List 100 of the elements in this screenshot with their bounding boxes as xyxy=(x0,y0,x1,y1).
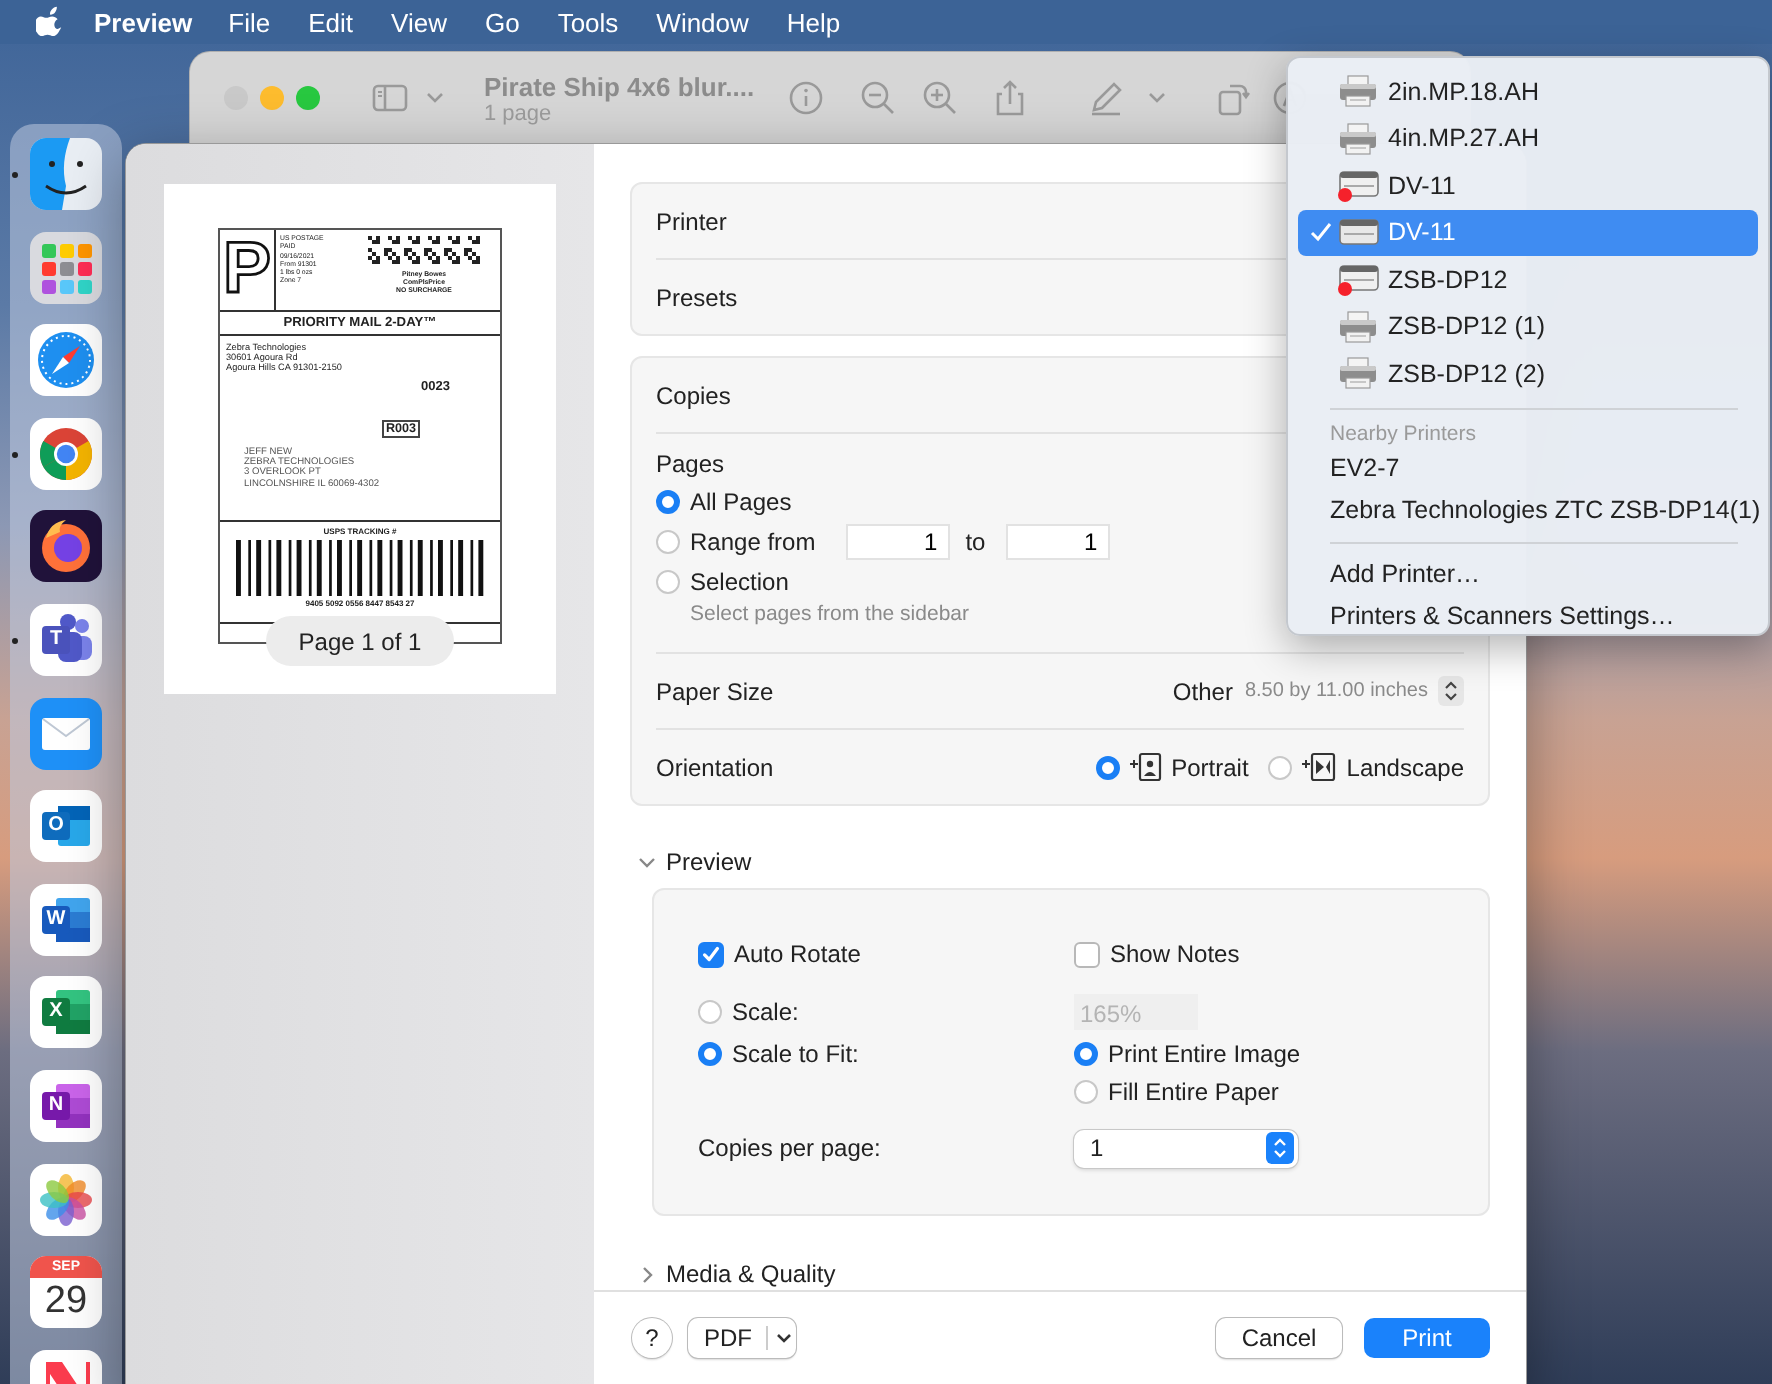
menu-item[interactable]: Window xyxy=(656,7,749,37)
radio-button[interactable] xyxy=(698,1000,722,1024)
printer-menu-item[interactable]: 4in.MP.27.AH xyxy=(1298,115,1758,162)
apple-icon[interactable] xyxy=(36,4,62,36)
option-label: Scale to Fit: xyxy=(732,1040,859,1068)
printer-menu-item[interactable]: Zebra Technologies ZTC ZSB-DP14(1) xyxy=(1298,489,1758,531)
app-letter: O xyxy=(46,812,66,841)
people-logo-app-icon[interactable]: T xyxy=(30,603,102,676)
pen-icon[interactable] xyxy=(1088,80,1124,116)
menu-item[interactable]: Edit xyxy=(308,7,354,37)
menu-item[interactable]: Help xyxy=(786,7,841,37)
stepper-icon[interactable] xyxy=(1438,676,1464,706)
help-button[interactable]: ? xyxy=(632,1318,672,1358)
minimize-button[interactable] xyxy=(260,86,284,110)
label-printer-icon xyxy=(1338,215,1380,250)
sidebar-icon[interactable] xyxy=(372,82,408,114)
paper-size-detail: 8.50 by 11.00 inches xyxy=(1244,680,1428,702)
fox-logo-icon[interactable] xyxy=(30,510,102,583)
radio-button[interactable] xyxy=(698,1042,722,1066)
hint-text: Select pages from the sidebar xyxy=(690,602,969,628)
radio-button[interactable] xyxy=(1074,1042,1098,1066)
letter-logo-app-icon[interactable]: N xyxy=(30,1069,102,1142)
pdf-menu-button[interactable]: PDF xyxy=(688,1318,796,1358)
option-label: Print Entire Image xyxy=(1108,1040,1301,1068)
section-header[interactable]: Preview xyxy=(630,844,1490,880)
field-label: Pages xyxy=(656,448,725,482)
option-label: Selection xyxy=(690,568,789,596)
field-label: Copies per page: xyxy=(698,1134,881,1162)
field-label: Copies xyxy=(656,381,731,409)
label-printer-icon xyxy=(1338,168,1380,203)
printer-menu-item[interactable]: EV2-7 xyxy=(1298,447,1758,489)
radio-button[interactable] xyxy=(1074,1080,1098,1104)
printer-icon xyxy=(1338,356,1380,391)
menu-section-heading: Nearby Printers xyxy=(1328,419,1478,447)
option-label: Fill Entire Paper xyxy=(1108,1078,1279,1106)
document-title: Pirate Ship 4x6 blur.... xyxy=(484,71,757,101)
printer-icon xyxy=(1338,121,1380,156)
flower-icon[interactable] xyxy=(30,1163,102,1236)
portrait-page-icon xyxy=(1127,752,1162,782)
app-grid-icon[interactable] xyxy=(30,231,102,304)
field-label: Paper Size xyxy=(656,677,774,705)
radio-button[interactable] xyxy=(1095,755,1120,779)
option-label: Portrait xyxy=(1171,753,1249,781)
printer-menu-item[interactable]: ZSB-DP12 (2) xyxy=(1298,350,1758,397)
share-icon[interactable] xyxy=(992,80,1028,116)
radio-button[interactable] xyxy=(656,530,680,554)
zoom-button[interactable] xyxy=(296,86,320,110)
copies-per-page-popup[interactable]: 1 xyxy=(1074,1129,1298,1167)
menu-item[interactable]: File xyxy=(228,7,271,37)
ring-logo-icon[interactable] xyxy=(30,417,102,490)
stepper-icon xyxy=(1266,1132,1294,1164)
menu-item[interactable]: View xyxy=(391,7,447,37)
label-printer-icon xyxy=(1338,262,1380,297)
envelope-icon[interactable] xyxy=(30,697,102,770)
letter-logo-app-icon[interactable]: O xyxy=(30,790,102,863)
radio-button[interactable] xyxy=(656,490,680,514)
printer-icon xyxy=(1338,309,1380,344)
app-letter: N xyxy=(46,1091,66,1120)
page-to-field[interactable]: 1 xyxy=(1005,524,1110,560)
info-icon[interactable] xyxy=(788,80,824,116)
app-letter: T xyxy=(47,625,65,654)
menu-item[interactable]: Printers & Scanners Settings… xyxy=(1298,595,1758,637)
letter-logo-app-icon[interactable]: X xyxy=(30,976,102,1049)
print-button[interactable]: Print xyxy=(1364,1318,1490,1358)
page-thumbnail[interactable] xyxy=(164,184,556,694)
printer-menu-item[interactable]: ZSB-DP12 (1) xyxy=(1298,303,1758,350)
field-label: Presets xyxy=(656,283,738,311)
menu-item[interactable]: Preview xyxy=(94,7,193,37)
checkbox[interactable] xyxy=(698,941,724,967)
checkbox[interactable] xyxy=(1074,941,1100,967)
section-header[interactable]: Media & Quality xyxy=(630,1256,1490,1290)
postage-mark: P xyxy=(220,230,276,310)
chevron-down-icon xyxy=(776,1332,792,1344)
rotate-icon[interactable] xyxy=(1214,80,1250,116)
printer-menu-item[interactable]: ZSB-DP12 xyxy=(1298,256,1758,303)
printer-menu-item[interactable]: DV-11 xyxy=(1298,162,1758,209)
menu-item[interactable]: Add Printer… xyxy=(1298,553,1758,595)
paper-size-popup[interactable]: Other 8.50 by 11.00 inches xyxy=(1172,676,1464,706)
checkbox-label: Show Notes xyxy=(1110,940,1240,968)
page-indicator: Page 1 of 1 xyxy=(266,616,454,666)
compass-icon[interactable] xyxy=(30,324,102,397)
chevron-down-icon[interactable] xyxy=(426,92,444,104)
menu-item[interactable]: Go xyxy=(484,7,520,37)
cancel-button[interactable]: Cancel xyxy=(1216,1318,1342,1358)
calendar-day: 29 xyxy=(30,1280,102,1325)
radio-button[interactable] xyxy=(1268,755,1293,779)
printer-menu-item[interactable]: 2in.MP.18.AH xyxy=(1298,68,1758,115)
letter-logo-app-icon[interactable]: W xyxy=(30,883,102,956)
page-from-field[interactable]: 1 xyxy=(845,524,950,560)
page-count: 1 page xyxy=(484,101,554,125)
chevron-down-icon[interactable] xyxy=(1148,92,1166,104)
smiling-face-app-icon[interactable] xyxy=(30,138,102,210)
app-letter: X xyxy=(47,998,65,1027)
menu-item[interactable]: Tools xyxy=(557,7,619,37)
zoom-in-icon[interactable] xyxy=(922,80,958,116)
field-label: Printer xyxy=(656,207,727,235)
checkmark-icon xyxy=(1310,222,1332,243)
radio-button[interactable] xyxy=(656,570,680,594)
zoom-out-icon[interactable] xyxy=(860,80,896,116)
app-letter: W xyxy=(44,905,68,934)
